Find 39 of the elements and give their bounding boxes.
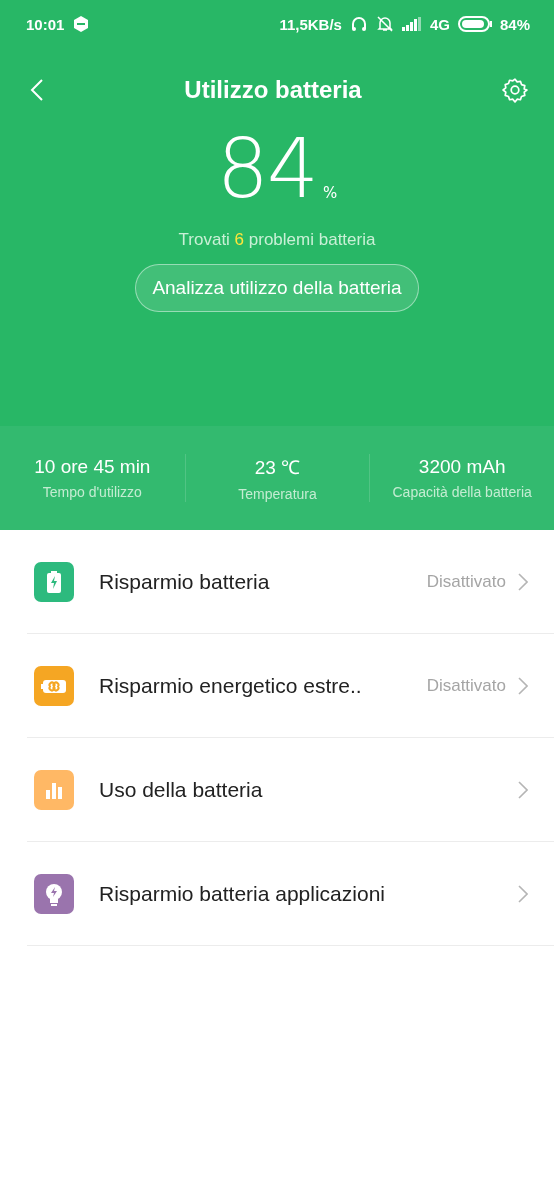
bell-muted-icon bbox=[375, 15, 394, 33]
chevron-icon bbox=[518, 572, 528, 591]
stat-value: 10 ore 45 min bbox=[34, 456, 151, 478]
battery-icon bbox=[457, 16, 492, 32]
stat-label: Temperatura bbox=[238, 486, 317, 502]
row-status: Disattivato bbox=[426, 571, 506, 592]
back-icon[interactable] bbox=[30, 78, 44, 102]
settings-row[interactable]: Uso della batteria bbox=[27, 738, 554, 842]
row-label: Risparmio batteria bbox=[99, 569, 271, 594]
battery-percent: 84% bbox=[499, 15, 530, 33]
signal-icon bbox=[401, 17, 422, 31]
settings-row[interactable]: Risparmio energetico estre.. Disattivato bbox=[27, 634, 554, 738]
notification-icon bbox=[72, 15, 91, 33]
settings-icon[interactable] bbox=[502, 77, 528, 103]
bulb-icon bbox=[34, 873, 74, 914]
row-label: Risparmio energetico estre.. bbox=[99, 673, 363, 698]
headphones-icon bbox=[349, 15, 368, 33]
row-label: Risparmio batteria applicazioni bbox=[99, 881, 386, 906]
row-label: Uso della batteria bbox=[99, 777, 264, 802]
chevron-icon bbox=[518, 884, 528, 903]
battery-level: 84 bbox=[216, 128, 318, 210]
settings-row[interactable]: Risparmio batteria applicazioni bbox=[27, 842, 554, 946]
stat-label: Tempo d'utilizzo bbox=[42, 484, 142, 500]
network-speed: 11,5KB/s bbox=[279, 15, 342, 33]
row-status: Disattivato bbox=[426, 675, 506, 696]
chevron-icon bbox=[518, 780, 528, 799]
stat-value: 23 ℃ bbox=[254, 456, 301, 480]
network-type: 4G bbox=[429, 15, 450, 33]
stat-value: 3200 mAh bbox=[418, 456, 506, 478]
problems-message: Trovati 6 problemi batteria bbox=[177, 230, 377, 250]
settings-row[interactable]: Risparmio batteria Disattivato bbox=[27, 530, 554, 634]
stat-label: Capacità della batteria bbox=[392, 484, 532, 500]
percent-sign: % bbox=[323, 184, 338, 202]
infinity-icon bbox=[34, 665, 74, 706]
battery-icon bbox=[34, 561, 74, 602]
chart-icon bbox=[34, 769, 74, 810]
page-title: Utilizzo batteria bbox=[184, 76, 362, 104]
chevron-icon bbox=[518, 676, 528, 695]
clock: 10:01 bbox=[26, 15, 65, 33]
